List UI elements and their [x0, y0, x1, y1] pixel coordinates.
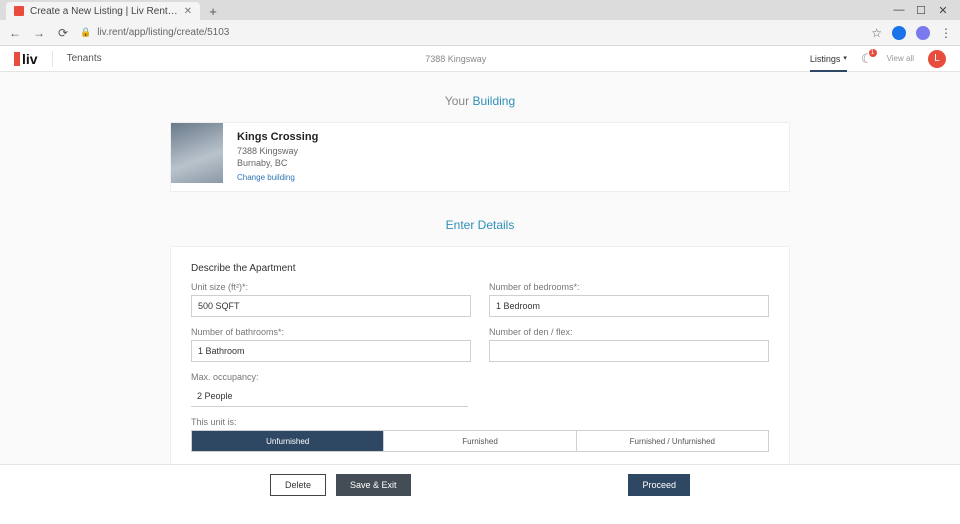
- your-label: Your: [445, 94, 473, 108]
- seg-unfurnished[interactable]: Unfurnished: [192, 431, 383, 451]
- building-label: Building: [472, 94, 515, 108]
- seg-furnished[interactable]: Furnished: [383, 431, 575, 451]
- max-occupancy-input[interactable]: [191, 385, 468, 407]
- browser-address-bar: ← → ⟳ 🔒 liv.rent/app/listing/create/5103…: [0, 20, 960, 46]
- tab-favicon: [14, 6, 24, 16]
- nav-listings-label: Listings: [810, 54, 841, 64]
- new-tab-button[interactable]: +: [204, 2, 222, 20]
- building-name: Kings Crossing: [237, 131, 318, 143]
- save-exit-button[interactable]: Save & Exit: [336, 474, 411, 496]
- change-building-link[interactable]: Change building: [237, 173, 295, 182]
- bedrooms-label: Number of bedrooms*:: [489, 282, 769, 292]
- brand-text: liv: [22, 51, 38, 67]
- notifications-button[interactable]: ☾ 1: [861, 51, 873, 67]
- building-image: [171, 123, 223, 183]
- unit-is-label: This unit is:: [191, 417, 769, 427]
- app-header: liv Tenants 7388 Kingsway Listings ▾ ☾ 1…: [0, 46, 960, 72]
- window-minimize-icon[interactable]: —: [888, 4, 910, 16]
- window-controls: — ☐ ✕: [882, 0, 960, 20]
- window-maximize-icon[interactable]: ☐: [910, 4, 932, 17]
- brand-mark-icon: [14, 52, 20, 66]
- browser-menu-icon[interactable]: ⋮: [940, 26, 952, 40]
- unit-size-label: Unit size (ft²)*:: [191, 282, 471, 292]
- delete-button[interactable]: Delete: [270, 474, 326, 496]
- seg-both[interactable]: Furnished / Unfurnished: [576, 431, 768, 451]
- furnishing-segmented[interactable]: Unfurnished Furnished Furnished / Unfurn…: [191, 430, 769, 452]
- user-avatar[interactable]: L: [928, 50, 946, 68]
- viewall-label[interactable]: View all: [887, 54, 914, 63]
- nav-back-icon[interactable]: ←: [8, 26, 22, 40]
- bedrooms-input[interactable]: [489, 295, 769, 317]
- extension-icon-1[interactable]: [892, 26, 906, 40]
- brand-logo[interactable]: liv: [14, 51, 38, 67]
- proceed-button[interactable]: Proceed: [628, 474, 690, 496]
- header-address: 7388 Kingsway: [102, 54, 810, 64]
- nav-tenants[interactable]: Tenants: [67, 53, 102, 64]
- den-input[interactable]: [489, 340, 769, 362]
- url-text: liv.rent/app/listing/create/5103: [97, 27, 229, 38]
- bookmark-star-icon[interactable]: ☆: [871, 26, 882, 40]
- describe-label: Describe the Apartment: [191, 263, 769, 274]
- details-card: Describe the Apartment Unit size (ft²)*:…: [170, 246, 790, 464]
- building-card: Kings Crossing 7388 Kingsway Burnaby, BC…: [170, 122, 790, 192]
- section-your-building: Your Building: [170, 94, 790, 108]
- bathrooms-input[interactable]: [191, 340, 471, 362]
- bathrooms-label: Number of bathrooms*:: [191, 327, 471, 337]
- page-scroll[interactable]: Your Building Kings Crossing 7388 Kingsw…: [0, 72, 960, 464]
- profile-avatar-icon[interactable]: [916, 26, 930, 40]
- max-occupancy-label: Max. occupancy:: [191, 372, 468, 382]
- building-address-line2: Burnaby, BC: [237, 158, 318, 170]
- den-label: Number of den / flex:: [489, 327, 769, 337]
- window-close-icon[interactable]: ✕: [932, 4, 954, 17]
- lock-icon: 🔒: [80, 27, 91, 38]
- nav-reload-icon[interactable]: ⟳: [56, 26, 70, 40]
- tab-close-icon[interactable]: ✕: [184, 6, 192, 17]
- footer-bar: Delete Save & Exit Proceed: [0, 464, 960, 504]
- browser-tab[interactable]: Create a New Listing | Liv Rent… ✕: [6, 2, 200, 20]
- building-address-line1: 7388 Kingsway: [237, 146, 318, 158]
- tab-title: Create a New Listing | Liv Rent…: [30, 6, 178, 17]
- unit-size-input[interactable]: [191, 295, 471, 317]
- section-enter-details: Enter Details: [170, 218, 790, 232]
- nav-listings[interactable]: Listings ▾: [810, 54, 847, 72]
- url-field[interactable]: 🔒 liv.rent/app/listing/create/5103: [80, 27, 861, 38]
- chevron-down-icon: ▾: [843, 54, 847, 64]
- nav-forward-icon[interactable]: →: [32, 26, 46, 40]
- notification-badge: 1: [869, 49, 877, 57]
- browser-tabstrip: Create a New Listing | Liv Rent… ✕ + — ☐…: [0, 0, 960, 20]
